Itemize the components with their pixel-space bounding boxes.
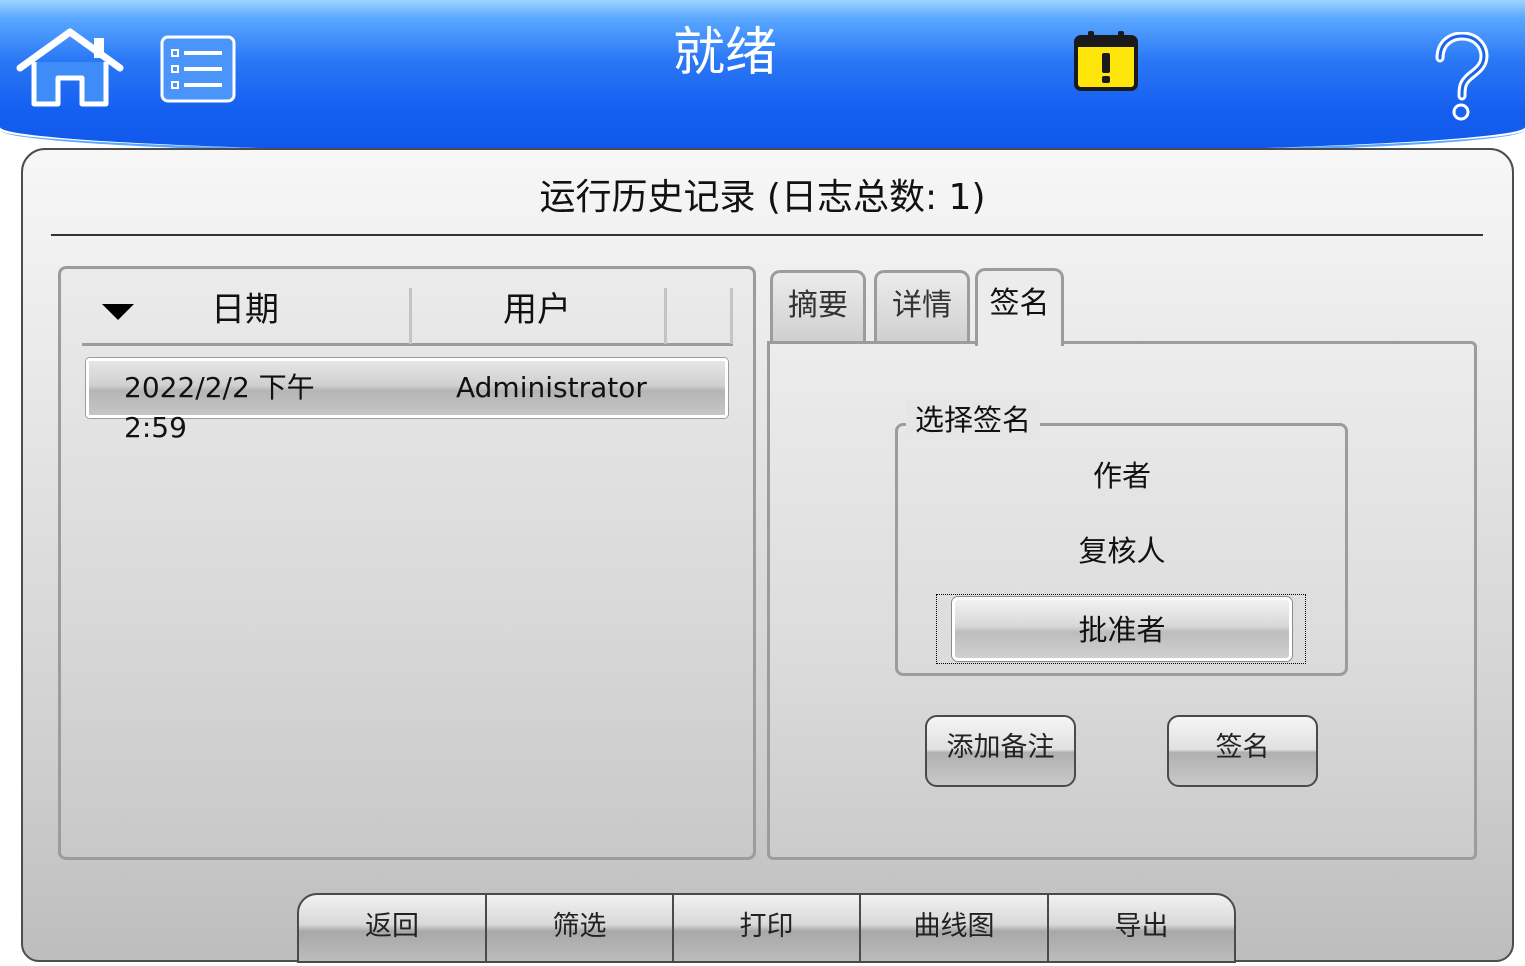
column-header-date[interactable]: 日期 [140,288,350,332]
panel-title: 运行历史记录 (日志总数: 1) [539,177,986,218]
print-button[interactable]: 打印 [672,893,861,963]
column-divider[interactable] [664,288,667,344]
signature-group-label: 选择签名 [906,400,1040,440]
column-divider[interactable] [730,288,733,344]
row-date: 2022/2/2 下午 2:59 [124,371,315,444]
sign-button[interactable]: 签名 [1167,715,1318,787]
menu-button[interactable] [160,35,236,103]
signature-option-author[interactable]: 作者 [952,456,1292,496]
title-divider [51,234,1483,236]
event-alert-button[interactable] [1073,29,1139,92]
tab-summary[interactable]: 摘要 [770,270,866,342]
sort-descending-icon[interactable] [102,304,134,320]
tab-signature[interactable]: 签名 [975,268,1064,346]
filter-button[interactable]: 筛选 [485,893,674,963]
add-note-button[interactable]: 添加备注 [925,715,1076,787]
chart-button[interactable]: 曲线图 [859,893,1049,963]
tab-detail[interactable]: 详情 [874,270,970,342]
row-user: Administrator [456,371,647,404]
status-title: 就绪 [672,23,777,83]
menu-list-icon [160,35,236,103]
signature-option-approver[interactable]: 批准者 [952,597,1292,661]
help-icon [1435,31,1489,121]
calendar-alert-icon [1074,31,1138,91]
signature-option-reviewer[interactable]: 复核人 [952,531,1292,571]
log-list-panel [58,266,756,860]
help-button[interactable] [1430,31,1490,122]
home-button[interactable] [14,28,126,108]
back-button[interactable]: 返回 [297,893,487,963]
column-header-user[interactable]: 用户 [412,288,662,332]
export-button[interactable]: 导出 [1047,893,1236,963]
home-icon [16,28,124,107]
